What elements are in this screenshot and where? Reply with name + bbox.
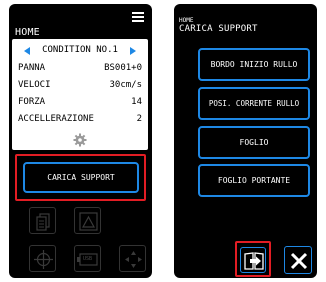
- row-value: 2: [136, 114, 142, 124]
- row-value: BS001+0: [104, 63, 142, 73]
- usb-label: USB: [83, 256, 93, 262]
- condition-title: CONDITION NO.1: [42, 45, 118, 55]
- roll-current-position-button[interactable]: POSI. CORRENTE RULLO: [198, 87, 310, 120]
- row-label: FORZA: [18, 97, 46, 107]
- row-label: ACCELLERAZIONE: [18, 114, 94, 124]
- row-label: PANNA: [18, 63, 46, 73]
- sheet-button[interactable]: FOGLIO: [198, 126, 310, 159]
- highlight-box: [15, 154, 146, 201]
- load-support-screen: HOME CARICA SUPPORT BORDO INIZIO RULLO P…: [174, 4, 317, 278]
- page-title: HOME: [15, 27, 40, 38]
- move-arrows-icon: [125, 251, 142, 268]
- condition-row-acceleration: ACCELLERAZIONE 2: [18, 114, 142, 126]
- highlight-box: [235, 241, 271, 277]
- usb-button[interactable]: USB: [74, 245, 101, 272]
- menu-icon[interactable]: [132, 12, 144, 22]
- crosshair-icon: [34, 250, 53, 269]
- origin-button[interactable]: [29, 245, 56, 272]
- condition-panel: CONDITION NO.1 PANNA BS001+0 VELOCI 30cm…: [12, 39, 148, 150]
- condition-row-speed: VELOCI 30cm/s: [18, 80, 142, 92]
- breadcrumb: HOME: [179, 17, 194, 24]
- page-title: CARICA SUPPORT: [179, 24, 258, 34]
- row-label: VELOCI: [18, 80, 51, 90]
- triangle-button[interactable]: [74, 207, 101, 234]
- condition-row-blade: PANNA BS001+0: [18, 63, 142, 75]
- close-icon: [290, 252, 308, 270]
- carrier-sheet-button[interactable]: FOGLIO PORTANTE: [198, 164, 310, 197]
- row-value: 14: [131, 97, 142, 107]
- home-screen: HOME CONDITION NO.1 PANNA BS001+0 VELOCI…: [9, 4, 152, 278]
- page-button[interactable]: [29, 207, 56, 234]
- close-button[interactable]: [284, 246, 312, 274]
- condition-row-force: FORZA 14: [18, 97, 142, 109]
- move-button[interactable]: [119, 245, 146, 272]
- gear-icon[interactable]: [73, 133, 87, 147]
- condition-header: CONDITION NO.1: [12, 44, 148, 58]
- triangle-icon: [79, 212, 98, 231]
- next-condition-icon[interactable]: [130, 47, 136, 55]
- roll-edge-button[interactable]: BORDO INIZIO RULLO: [198, 48, 310, 81]
- page-icon: [36, 213, 50, 231]
- row-value: 30cm/s: [109, 80, 142, 90]
